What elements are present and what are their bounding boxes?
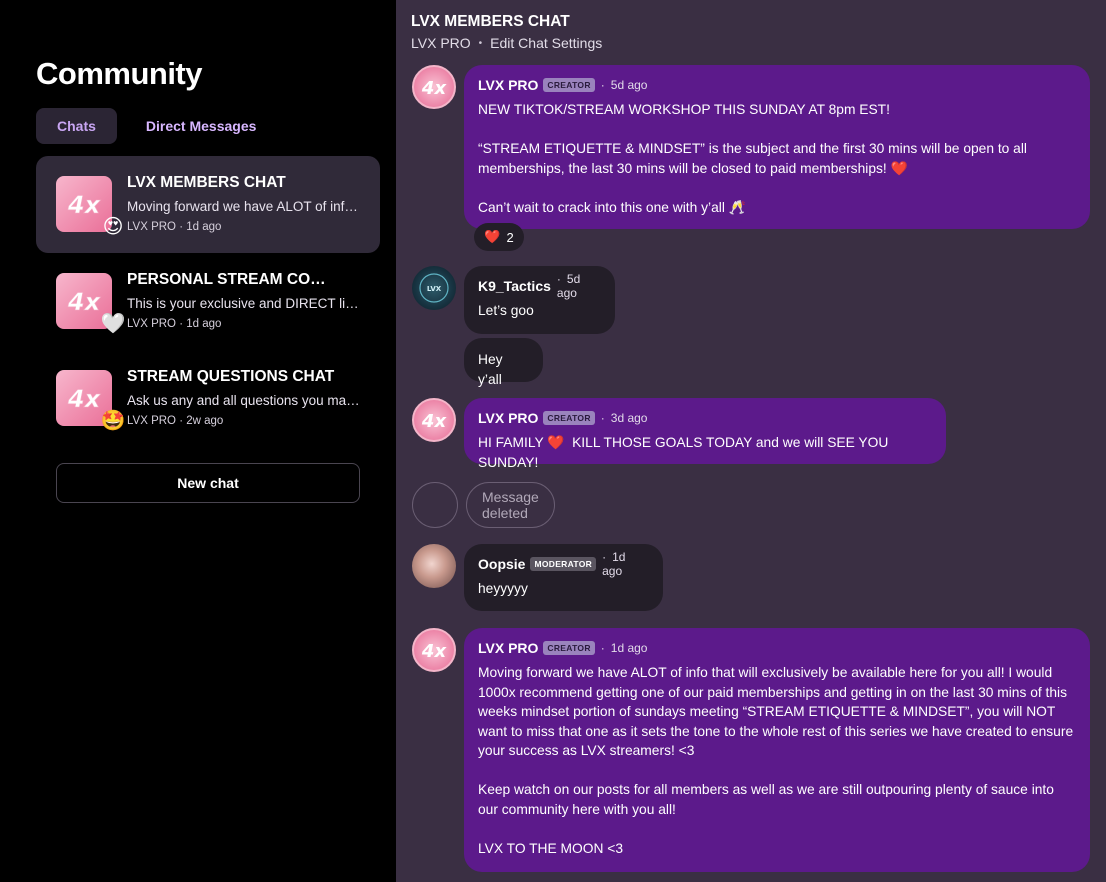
chat-author: LVX PRO [127, 221, 176, 233]
chat-panel: LVX MEMBERS CHAT LVX PRO • Edit Chat Set… [396, 0, 1106, 882]
message-author[interactable]: LVX PRO [478, 77, 538, 93]
message-text: NEW TIKTOK/STREAM WORKSHOP THIS SUNDAY A… [478, 102, 1027, 215]
edit-chat-settings-link[interactable]: Edit Chat Settings [490, 35, 602, 51]
svg-text:4x: 4x [421, 411, 448, 432]
message-author[interactable]: LVX PRO [478, 640, 538, 656]
chat-item-stream-questions[interactable]: 4x 🤩 STREAM QUESTIONS CHAT Ask us any an… [36, 350, 380, 447]
star-struck-emoji-icon: 🤩 [100, 410, 126, 432]
chat-preview: Moving forward we have ALOT of info that… [127, 199, 362, 214]
tab-direct-messages[interactable]: Direct Messages [125, 108, 278, 144]
avatar-logo-text: LVX [427, 285, 442, 293]
separator-dot: • [478, 37, 483, 49]
message-header: Oopsie MODERATOR 1d ago [478, 550, 648, 578]
message-bubble[interactable]: LVX PRO CREATOR 5d ago NEW TIKTOK/STREAM… [464, 65, 1090, 229]
chat-time: 1d ago [186, 318, 222, 330]
avatar[interactable] [412, 544, 456, 588]
lvx-logo-icon: 4x [421, 78, 448, 99]
white-heart-emoji-icon: 🤍 [100, 313, 126, 335]
lvx-logo-icon: 4x [421, 641, 448, 662]
heart-icon: ❤️ [484, 229, 501, 244]
reaction-count: 2 [506, 229, 514, 245]
message-time: 3d ago [601, 411, 648, 425]
avatar[interactable]: 4x [412, 65, 456, 109]
message-header: LVX PRO CREATOR 5d ago [478, 76, 1075, 94]
svg-text:4x: 4x [421, 641, 448, 662]
avatar[interactable]: 4x [412, 628, 456, 672]
chat-author: LVX PRO [127, 318, 176, 330]
message-bubble[interactable]: K9_Tactics 5d ago Let’s goo [464, 266, 615, 334]
creator-badge: CREATOR [543, 78, 595, 92]
new-chat-button[interactable]: New chat [56, 463, 360, 503]
message-author[interactable]: LVX PRO [478, 410, 538, 426]
chat-time: 1d ago [186, 221, 222, 233]
chat-preview: Ask us any and all questions you may hav… [127, 393, 362, 408]
reaction-heart[interactable]: ❤️ 2 [474, 223, 524, 251]
chat-meta: LVX PRO · 1d ago [127, 221, 222, 233]
creator-badge: CREATOR [543, 641, 595, 655]
creator-badge: CREATOR [543, 411, 595, 425]
message-author[interactable]: Oopsie [478, 556, 525, 572]
chat-item-personal-coaching[interactable]: 4x 🤍 PERSONAL STREAM COACHING This is yo… [36, 253, 380, 350]
sidebar-title: Community [36, 56, 203, 91]
message-bubble[interactable]: Oopsie MODERATOR 1d ago heyyyyy [464, 544, 663, 611]
message-time: 5d ago [601, 78, 648, 92]
chat-preview: This is your exclusive and DIRECT line t… [127, 296, 362, 311]
message-bubble[interactable]: LVX PRO CREATOR 3d ago HI FAMILY ❤️ KILL… [464, 398, 946, 470]
chat-author: LVX PRO [127, 415, 176, 427]
message-text: HI FAMILY ❤️ KILL THOSE GOALS TODAY and … [478, 435, 893, 470]
chat-meta: LVX PRO · 1d ago [127, 318, 222, 330]
chat-time: 2w ago [186, 415, 224, 427]
chat-meta: LVX PRO · 2w ago [127, 415, 224, 427]
chat-header-title: LVX MEMBERS CHAT [411, 13, 570, 30]
chat-avatar: 4x 🤍 [56, 273, 125, 334]
message-text: Hey y’all [478, 352, 507, 387]
deleted-message: Message deleted [466, 482, 555, 528]
message-time: 1d ago [601, 641, 648, 655]
message-time: 5d ago [557, 272, 600, 300]
message-text: heyyyyy [478, 581, 528, 596]
avatar [412, 482, 458, 528]
avatar[interactable]: 4x [412, 398, 456, 442]
message-header: LVX PRO CREATOR 1d ago [478, 639, 1075, 657]
chat-title: STREAM QUESTIONS CHAT [127, 368, 335, 385]
message-text: Moving forward we have ALOT of info that… [478, 665, 1074, 856]
chat-header: LVX MEMBERS CHAT LVX PRO • Edit Chat Set… [396, 0, 1106, 62]
community-name[interactable]: LVX PRO [411, 35, 471, 51]
message-bubble[interactable]: Hey y’all [464, 338, 543, 387]
sidebar: Community Chats Direct Messages 4x 😍 LVX… [0, 0, 396, 882]
message-author[interactable]: K9_Tactics [478, 278, 551, 294]
svg-text:4x: 4x [67, 288, 102, 316]
k9-avatar-icon: LVX [419, 273, 449, 303]
chat-item-lvx-members[interactable]: 4x 😍 LVX MEMBERS CHAT Moving forward we … [36, 156, 380, 253]
chat-header-subtitle: LVX PRO • Edit Chat Settings [411, 35, 602, 51]
chat-title: LVX MEMBERS CHAT [127, 174, 286, 191]
chat-avatar: 4x 😍 [56, 176, 123, 237]
chat-list: 4x 😍 LVX MEMBERS CHAT Moving forward we … [36, 156, 380, 447]
sidebar-tabs: Chats Direct Messages [36, 108, 277, 144]
svg-text:4x: 4x [421, 78, 448, 99]
avatar[interactable]: LVX [412, 266, 456, 310]
message-bubble[interactable]: LVX PRO CREATOR 1d ago Moving forward we… [464, 628, 1090, 872]
message-header: K9_Tactics 5d ago [478, 272, 600, 300]
svg-text:4x: 4x [67, 191, 102, 219]
tab-chats[interactable]: Chats [36, 108, 117, 144]
svg-text:4x: 4x [67, 385, 102, 413]
lvx-logo-icon: 4x [421, 411, 448, 432]
message-header: LVX PRO CREATOR 3d ago [478, 409, 931, 427]
message-time: 1d ago [602, 550, 648, 578]
chat-title: PERSONAL STREAM COACHING [127, 271, 332, 288]
heart-eyes-emoji-icon: 😍 [102, 216, 124, 238]
message-text: Let’s goo [478, 303, 534, 318]
moderator-badge: MODERATOR [530, 557, 597, 571]
chat-avatar: 4x 🤩 [56, 370, 125, 431]
